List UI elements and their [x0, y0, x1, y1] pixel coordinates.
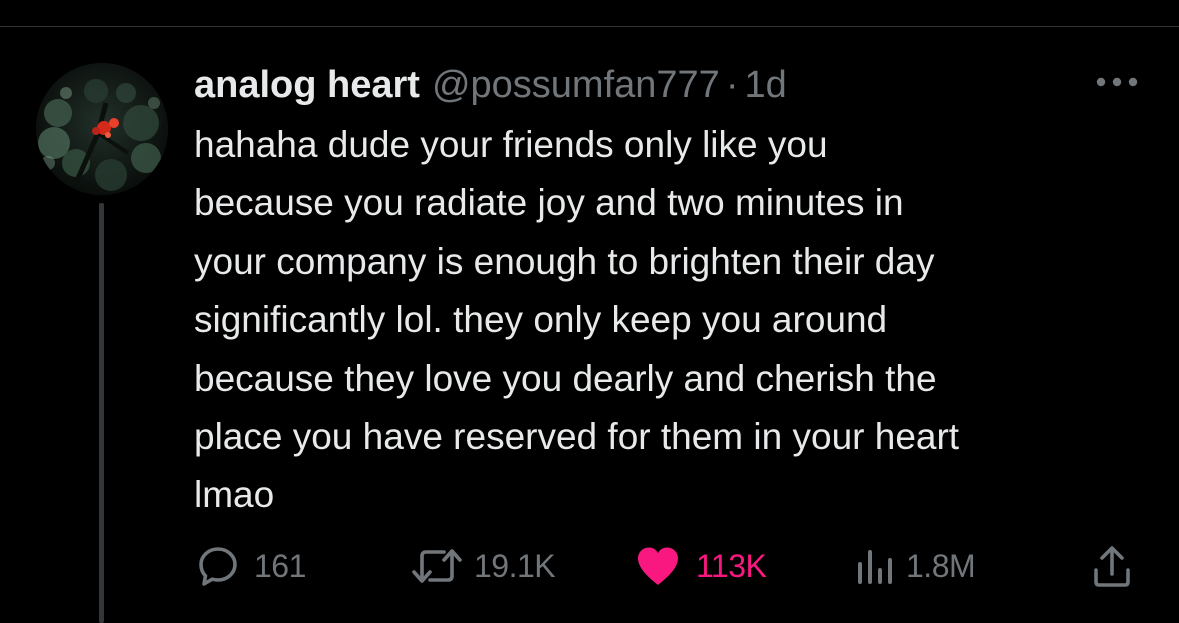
avatar-image: [36, 63, 168, 195]
tweet-header: analog heart @possumfan777 · 1d: [194, 60, 787, 110]
author-handle[interactable]: @possumfan777: [432, 60, 720, 110]
retweet-icon: [410, 544, 464, 588]
views-button[interactable]: 1.8M: [854, 542, 976, 590]
like-count: 113K: [696, 547, 767, 584]
like-button[interactable]: 113K: [634, 542, 767, 590]
more-options-button[interactable]: [1093, 70, 1141, 94]
retweet-count: 19.1K: [474, 547, 556, 584]
top-divider: [0, 26, 1179, 27]
header-separator: ·: [725, 64, 739, 106]
retweet-button[interactable]: 19.1K: [410, 542, 556, 590]
author-display-name[interactable]: analog heart: [194, 60, 420, 110]
heart-icon: [634, 544, 682, 588]
tweet-timestamp[interactable]: 1d: [744, 60, 786, 110]
bar-chart-icon: [854, 544, 894, 588]
avatar[interactable]: [36, 63, 168, 195]
share-button[interactable]: [1090, 542, 1134, 590]
share-icon: [1090, 544, 1134, 588]
reply-bubble-icon: [196, 544, 240, 588]
tweet-actions: 161 19.1K 113K 1.8M: [0, 542, 1179, 590]
reply-button[interactable]: 161: [196, 542, 306, 590]
tweet-text: hahaha dude your friends only like you b…: [194, 124, 960, 516]
views-count: 1.8M: [906, 547, 976, 584]
more-horizontal-icon: [1095, 76, 1139, 88]
reply-count: 161: [254, 547, 306, 584]
